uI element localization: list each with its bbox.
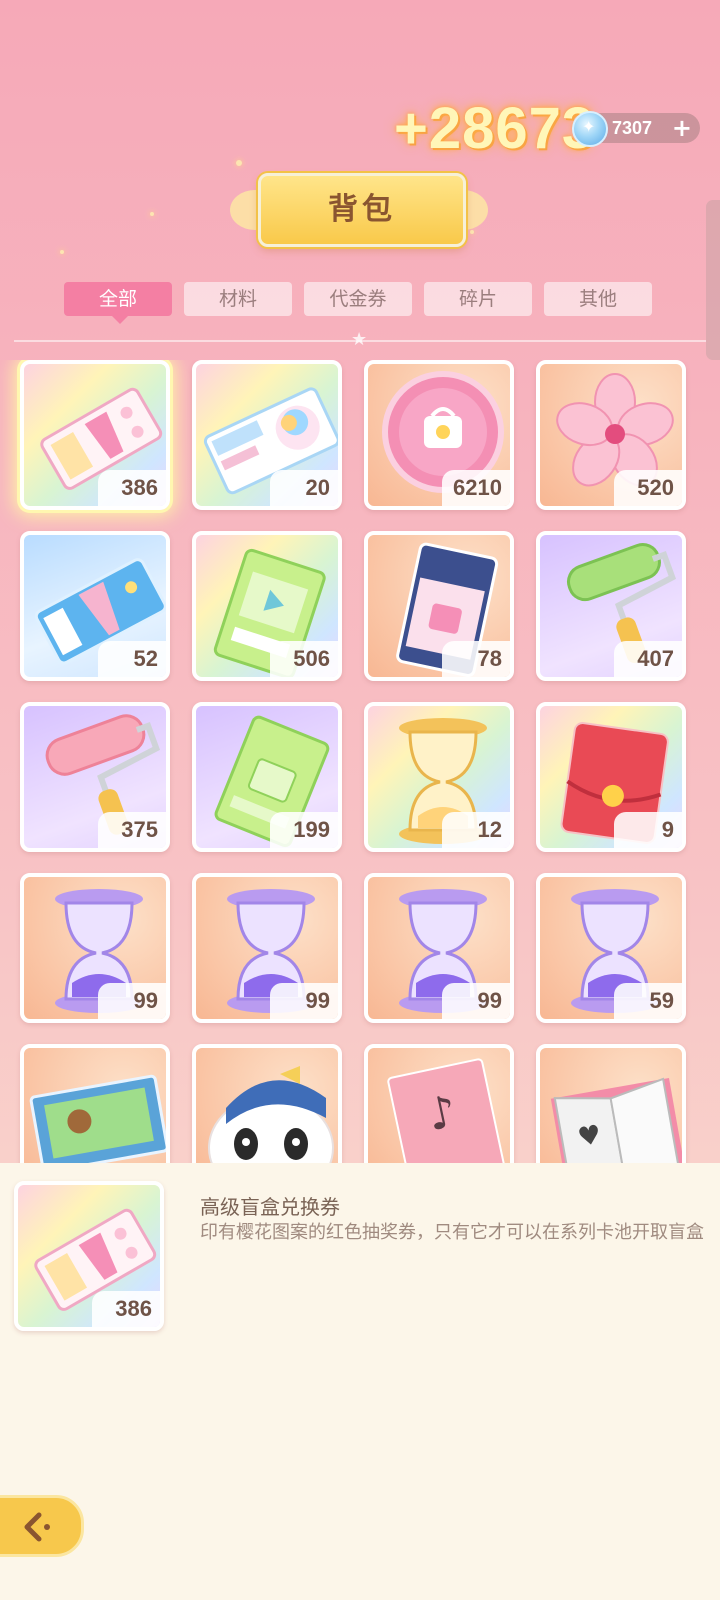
item-count: 99 <box>98 983 166 1019</box>
item-count: 506 <box>270 641 338 677</box>
item-count: 386 <box>98 470 166 506</box>
inventory-item[interactable]: 52 <box>20 531 170 681</box>
detail-item-count: 386 <box>92 1291 160 1327</box>
back-arrow-icon <box>24 1512 50 1541</box>
item-count: 78 <box>442 641 510 677</box>
item-count: 59 <box>614 983 682 1019</box>
item-count: 52 <box>98 641 166 677</box>
item-count: 520 <box>614 470 682 506</box>
inventory-item[interactable]: 6210 <box>364 360 514 510</box>
page-title-plate: 背包 <box>258 173 466 247</box>
star-icon: ★ <box>351 329 368 350</box>
item-count: 375 <box>98 812 166 848</box>
tab-other[interactable]: 其他 <box>544 282 652 316</box>
inventory-item[interactable]: 99 <box>192 873 342 1023</box>
item-count: 20 <box>270 470 338 506</box>
add-currency-button[interactable]: + <box>672 113 692 143</box>
tab-materials[interactable]: 材料 <box>184 282 292 316</box>
scrollbar-thumb[interactable] <box>706 200 720 360</box>
inventory-item[interactable]: 199 <box>192 702 342 852</box>
item-count: 99 <box>270 983 338 1019</box>
sparkle-decoration <box>470 230 474 234</box>
detail-item-name: 高级盲盒兑换券 <box>200 1195 340 1219</box>
inventory-item[interactable]: 386 <box>20 360 170 510</box>
item-count: 9 <box>614 812 682 848</box>
item-count: 6210 <box>442 470 510 506</box>
sparkle-decoration <box>60 250 64 254</box>
item-count: 199 <box>270 812 338 848</box>
inventory-item[interactable]: 506 <box>192 531 342 681</box>
crystal-gem-icon <box>572 111 608 147</box>
detail-item-description: 印有樱花图案的红色抽奖券，只有它才可以在系列卡池开取盲盒 <box>200 1222 704 1243</box>
inventory-item[interactable]: 407 <box>536 531 686 681</box>
sparkle-decoration <box>236 160 242 166</box>
item-count: 99 <box>442 983 510 1019</box>
inventory-grid: 386 20 6210 520 52 506 78 407 375 199 12… <box>0 360 720 1184</box>
tab-fragments[interactable]: 碎片 <box>424 282 532 316</box>
inventory-item[interactable]: 78 <box>364 531 514 681</box>
item-count: 12 <box>442 812 510 848</box>
currency-counter[interactable]: 7307 + <box>572 111 700 147</box>
tab-all[interactable]: 全部 <box>64 282 172 324</box>
reward-gain-text: +28673 <box>394 96 596 161</box>
item-count: 407 <box>614 641 682 677</box>
item-detail-panel: 386 高级盲盒兑换券 印有樱花图案的红色抽奖券，只有它才可以在系列卡池开取盲盒 <box>0 1163 720 1600</box>
tab-vouchers[interactable]: 代金券 <box>304 282 412 316</box>
inventory-item[interactable]: 99 <box>20 873 170 1023</box>
inventory-item[interactable]: 375 <box>20 702 170 852</box>
page-title: 背包 <box>328 192 396 227</box>
inventory-item[interactable]: 99 <box>364 873 514 1023</box>
inventory-item[interactable]: 9 <box>536 702 686 852</box>
inventory-item[interactable]: 20 <box>192 360 342 510</box>
currency-amount: 7307 <box>612 118 653 138</box>
inventory-item[interactable]: 12 <box>364 702 514 852</box>
inventory-item[interactable]: 520 <box>536 360 686 510</box>
sparkle-decoration <box>150 212 154 216</box>
back-button[interactable] <box>0 1495 84 1557</box>
inventory-item[interactable]: 59 <box>536 873 686 1023</box>
detail-item-thumbnail: 386 <box>14 1181 164 1331</box>
